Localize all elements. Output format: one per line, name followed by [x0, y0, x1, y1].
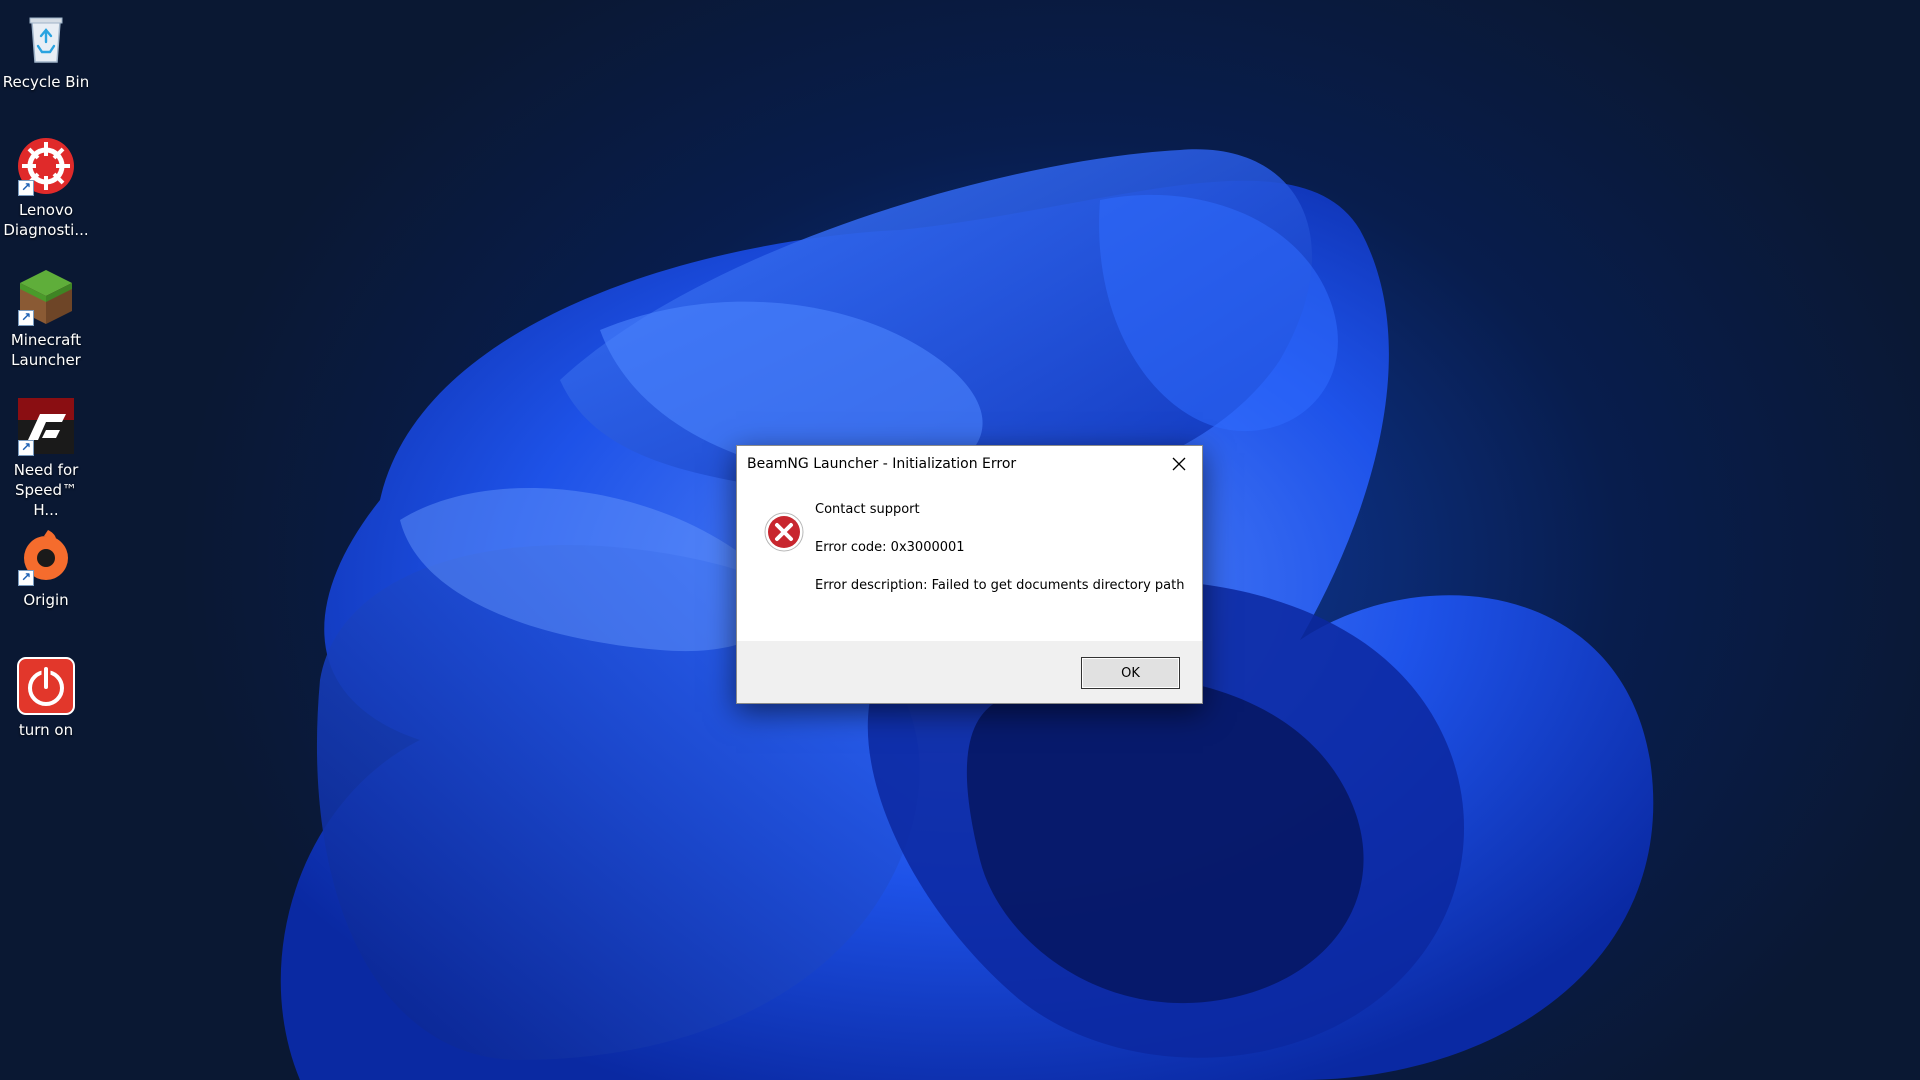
dialog-error-code: Error code: 0x3000001 — [815, 540, 965, 555]
error-dialog: BeamNG Launcher - Initialization Error C… — [736, 445, 1203, 704]
recycle-bin-icon — [16, 8, 76, 68]
need-for-speed-icon: ↗ — [16, 396, 76, 456]
dialog-title: BeamNG Launcher - Initialization Error — [747, 456, 1017, 472]
desktop-icon-minecraft-launcher[interactable]: ↗ Minecraft Launcher — [0, 266, 92, 370]
minecraft-launcher-icon: ↗ — [16, 266, 76, 326]
lenovo-diagnostics-icon: ↗ — [16, 136, 76, 196]
dialog-footer: OK — [737, 641, 1202, 703]
error-icon — [764, 512, 804, 552]
shortcut-arrow-icon: ↗ — [18, 310, 34, 326]
desktop-icon-label: Recycle Bin — [2, 73, 90, 91]
dialog-body: Contact support Error code: 0x3000001 Er… — [737, 484, 1202, 626]
shortcut-arrow-icon: ↗ — [18, 570, 34, 586]
desktop-icon-label: Origin — [23, 591, 69, 609]
dialog-message-line: Contact support — [815, 502, 920, 517]
close-icon — [1172, 457, 1186, 471]
desktop-icon-label: Lenovo Diagnosti... — [3, 201, 89, 239]
dialog-error-description: Error description: Failed to get documen… — [815, 578, 1185, 593]
shortcut-arrow-icon: ↗ — [18, 180, 34, 196]
desktop-icon-origin[interactable]: ↗ Origin — [0, 526, 92, 610]
desktop-icon-label: turn on — [18, 721, 74, 739]
power-icon — [16, 656, 76, 716]
desktop-icon-label: Need for Speed™ H... — [13, 461, 79, 519]
dialog-titlebar[interactable]: BeamNG Launcher - Initialization Error — [737, 446, 1202, 484]
desktop-icon-label: Minecraft Launcher — [10, 331, 82, 369]
ok-button[interactable]: OK — [1081, 657, 1180, 689]
desktop-icon-lenovo-diagnostics[interactable]: ↗ Lenovo Diagnosti... — [0, 136, 92, 240]
desktop-icon-recycle-bin[interactable]: Recycle Bin — [0, 8, 92, 92]
desktop-icon-turn-on[interactable]: turn on — [0, 656, 92, 740]
desktop-icon-need-for-speed[interactable]: ↗ Need for Speed™ H... — [0, 396, 92, 520]
origin-icon: ↗ — [16, 526, 76, 586]
shortcut-arrow-icon: ↗ — [18, 440, 34, 456]
close-button[interactable] — [1156, 446, 1202, 482]
